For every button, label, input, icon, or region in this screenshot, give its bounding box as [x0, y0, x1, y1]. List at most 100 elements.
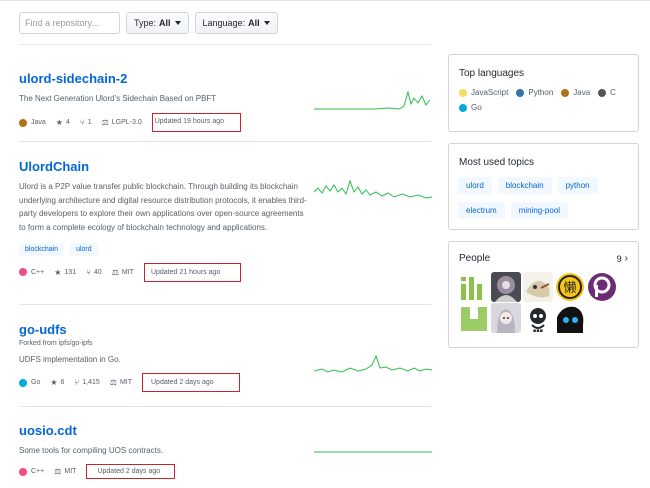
repo-description: UDFS implementation in Go.	[19, 355, 121, 364]
repo-activity-sparkline	[314, 90, 431, 110]
language-color-dot	[19, 118, 27, 127]
avatar[interactable]	[587, 272, 617, 302]
fork-icon: ⑂	[86, 267, 91, 277]
language-color-dot	[459, 103, 467, 112]
avatar[interactable]	[491, 303, 521, 333]
star-icon: ★	[50, 378, 58, 387]
chevron-right-icon: ›	[624, 253, 628, 264]
topic-tag-ulord[interactable]: ulord	[70, 243, 98, 256]
topic-tag-python[interactable]: python	[557, 177, 598, 194]
repo-updated-time: Updated 21 hours ago	[143, 262, 242, 282]
law-icon: ⚖	[111, 267, 119, 277]
repo-updated-time: Updated 2 days ago	[142, 373, 240, 392]
topic-tag-mining-pool[interactable]: mining-pool	[510, 202, 569, 219]
type-filter-value: All	[159, 18, 171, 28]
repo-license: ⚖ MIT	[111, 267, 134, 277]
people-header: People 9 ›	[459, 253, 628, 264]
repo-meta: Go ★ 6 ⑂ 1,415 ⚖ MIT Updated 2 days ago	[19, 373, 431, 392]
language-filter-label: Language:	[202, 18, 246, 28]
divider	[19, 141, 431, 142]
avatar[interactable]	[491, 272, 521, 302]
repo-name-link[interactable]: uosio.cdt	[19, 423, 431, 438]
repo-name-link[interactable]: UlordChain	[19, 159, 431, 174]
repo-updated-time: Updated 2 days ago	[86, 464, 176, 479]
divider	[19, 406, 431, 407]
repo-license: ⚖ LGPL-3.0	[101, 118, 142, 127]
language-color-dot	[459, 88, 467, 97]
people-panel: People 9 › 懒 ▪▪▪	[448, 241, 639, 348]
avatar[interactable]: ▪▪▪	[523, 303, 553, 333]
law-icon: ⚖	[109, 378, 117, 387]
people-count-link[interactable]: 9 ›	[617, 253, 628, 264]
language-color-dot	[19, 268, 27, 276]
repo-name-link[interactable]: go-udfs	[19, 322, 431, 337]
top-languages-title: Top languages	[459, 68, 525, 79]
law-icon: ⚖	[101, 118, 109, 127]
repo-name-link[interactable]: ulord-sidechain-2	[19, 71, 431, 86]
repo-topics: blockchain ulord	[19, 243, 431, 256]
language-item-c[interactable]: C	[598, 88, 616, 97]
repo-forks-link[interactable]: ⑂ 1,415	[74, 378, 99, 387]
avatar[interactable]	[523, 272, 553, 302]
repo-stars-link[interactable]: ★ 131	[54, 268, 76, 277]
fork-icon: ⑂	[74, 378, 80, 387]
language-color-dot	[561, 88, 570, 97]
language-color-dot	[19, 378, 27, 387]
repo-activity-sparkline	[314, 354, 432, 373]
repo-forks-link[interactable]: ⑂ 40	[86, 268, 102, 277]
language-filter-value: All	[248, 18, 260, 28]
chevron-down-icon	[174, 21, 181, 25]
repo-stars-link[interactable]: ★ 4	[56, 118, 70, 127]
avatar[interactable]	[555, 303, 585, 333]
language-filter-dropdown[interactable]: Language: All	[194, 12, 278, 34]
avatar[interactable]	[459, 272, 489, 302]
topic-tag-electrum[interactable]: electrum	[458, 202, 505, 219]
most-used-topics-panel: Most used topics ulord blockchain python…	[448, 143, 639, 230]
language-list: JavaScript Python Java C Go	[459, 88, 629, 112]
divider	[19, 304, 431, 305]
topic-tag-blockchain[interactable]: blockchain	[19, 243, 65, 256]
avatar[interactable]	[459, 303, 489, 333]
language-item-javascript[interactable]: JavaScript	[459, 88, 508, 97]
repo-forks-link[interactable]: ⑂ 1	[80, 118, 92, 127]
language-color-dot	[516, 88, 525, 97]
top-languages-panel: Top languages JavaScript Python Java C G…	[448, 54, 639, 132]
repo-updated-time: Updated 19 hours ago	[151, 113, 242, 132]
repo-language: C++	[19, 467, 44, 476]
law-icon: ⚖	[54, 467, 62, 476]
language-item-python[interactable]: Python	[516, 88, 553, 97]
language-item-java[interactable]: Java	[561, 88, 590, 97]
repo-language: Go	[19, 378, 40, 387]
repo-license: ⚖ MIT	[54, 467, 77, 476]
repo-activity-sparkline	[314, 451, 432, 453]
divider	[19, 44, 431, 45]
chevron-down-icon	[263, 21, 270, 25]
people-avatars: 懒 ▪▪▪	[459, 272, 638, 333]
repo-language: C++	[19, 268, 44, 276]
repo-meta: Java ★ 4 ⑂ 1 ⚖ LGPL-3.0 Updated 19 hours ag…	[19, 113, 431, 132]
repo-stars-link[interactable]: ★ 6	[50, 378, 64, 387]
avatar[interactable]: 懒	[555, 272, 585, 302]
type-filter-dropdown[interactable]: Type: All	[126, 12, 189, 34]
svg-text:懒: 懒	[563, 281, 576, 296]
topic-tag-blockchain[interactable]: blockchain	[497, 177, 552, 194]
repo-meta: C++ ★ 131 ⑂ 40 ⚖ MIT Updated 21 hours ago	[19, 262, 431, 282]
language-item-go[interactable]: Go	[459, 103, 482, 112]
repo-description: Ulord is a P2P value transfer public blo…	[19, 182, 307, 232]
repo-meta: C++ ⚖ MIT Updated 2 days ago	[19, 464, 431, 479]
forked-from-link[interactable]: Forked from ipfs/go-ipfs	[19, 340, 431, 347]
repo-license: ⚖ MIT	[109, 378, 132, 387]
repo-description: The Next Generation Ulord's Sidechain Ba…	[19, 94, 217, 103]
people-title: People	[459, 253, 491, 264]
top-border	[0, 0, 650, 6]
star-icon: ★	[55, 118, 63, 127]
most-used-topics-title: Most used topics	[459, 157, 535, 168]
topic-tag-ulord[interactable]: ulord	[458, 177, 492, 194]
svg-text:▪▪▪: ▪▪▪	[533, 328, 543, 333]
language-color-dot	[19, 467, 27, 476]
language-color-dot	[598, 88, 607, 97]
star-icon: ★	[54, 267, 62, 277]
find-repository-input[interactable]	[19, 12, 120, 34]
type-filter-label: Type:	[134, 18, 157, 28]
repo-language: Java	[19, 118, 46, 127]
